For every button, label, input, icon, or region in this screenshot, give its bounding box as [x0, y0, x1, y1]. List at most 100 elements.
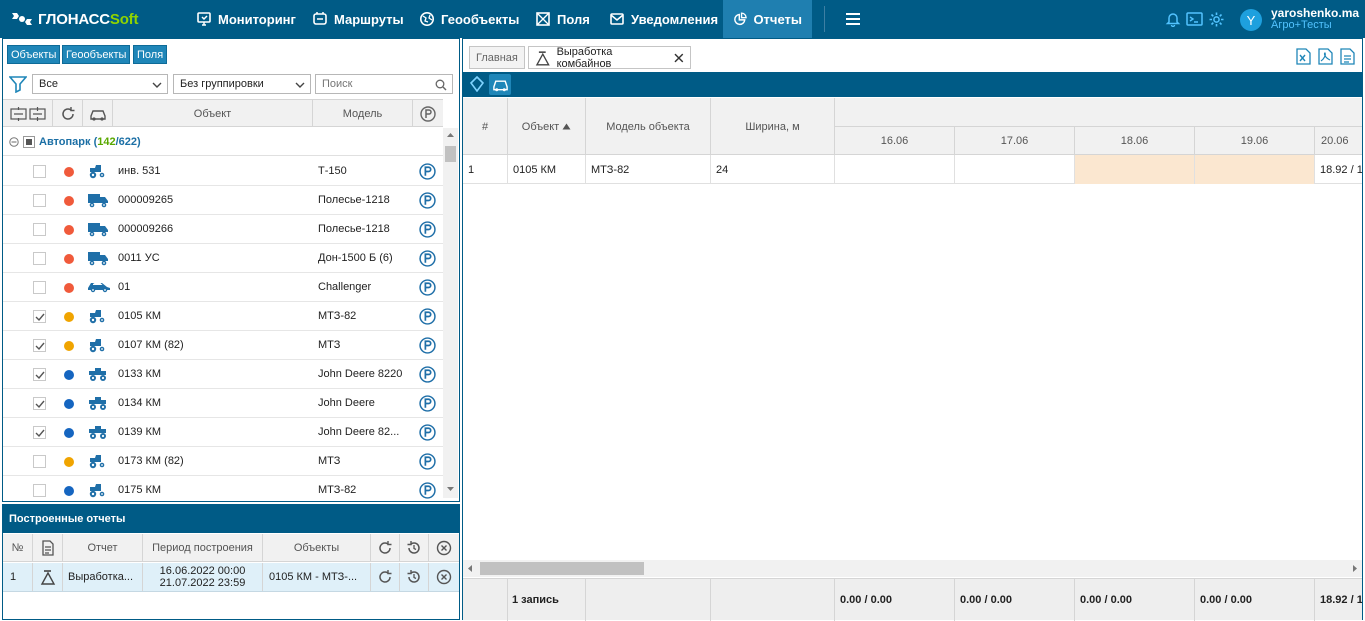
table-row[interactable]: 0105 КМ МТЗ-82 — [3, 302, 443, 331]
refresh-status-column[interactable] — [53, 100, 83, 127]
grouping-select[interactable]: Без группировки — [173, 74, 311, 94]
tab-objects[interactable]: Объекты — [7, 45, 61, 64]
user-name[interactable]: yaroshenko.ma — [1271, 6, 1359, 20]
parking-icon[interactable] — [419, 424, 436, 441]
row-checkbox[interactable] — [33, 252, 46, 265]
search-box[interactable] — [315, 74, 453, 94]
close-icon[interactable] — [674, 53, 684, 63]
row-checkbox[interactable] — [33, 281, 46, 294]
parking-icon[interactable] — [419, 163, 436, 180]
gear-icon[interactable] — [1208, 11, 1225, 28]
nav-notifications[interactable]: Уведомления — [599, 0, 728, 38]
date-column-header[interactable]: 20.06 — [1315, 126, 1362, 155]
document-export-icon[interactable] — [1340, 48, 1355, 65]
parking-icon[interactable] — [419, 279, 436, 296]
table-row[interactable]: 0011 УС Дон-1500 Б (6) — [3, 244, 443, 273]
user-organization[interactable]: Агро+Тесты — [1271, 19, 1332, 31]
refresh-report-button[interactable] — [371, 563, 400, 591]
nav-reports[interactable]: Отчеты — [723, 0, 812, 38]
rebuild-all-reports[interactable] — [400, 534, 429, 561]
parking-icon[interactable] — [419, 308, 436, 325]
scroll-up-arrow[interactable] — [443, 128, 458, 142]
group-checkbox[interactable] — [23, 135, 35, 148]
avatar[interactable]: Y — [1240, 9, 1262, 31]
table-row[interactable]: 0134 КМ John Deere — [3, 389, 443, 418]
map-pin-icon[interactable] — [469, 76, 485, 92]
app-logo[interactable]: ГЛОНАСС Soft — [10, 9, 138, 29]
footer-total: 18.92 / 18.92 — [1320, 594, 1362, 606]
scroll-thumb[interactable] — [480, 562, 644, 575]
row-checkbox[interactable] — [33, 368, 46, 381]
table-row[interactable]: 1 0105 КМ МТЗ-82 24 18.92 / 18.92 — [463, 155, 1362, 184]
rebuild-report-button[interactable] — [400, 563, 429, 591]
collapse-icon[interactable] — [9, 136, 19, 147]
width-column-header[interactable]: Ширина, м — [711, 98, 835, 155]
model-column-header[interactable]: Модель объекта — [586, 98, 711, 155]
model-column-header[interactable]: Модель — [313, 100, 413, 127]
row-checkbox[interactable] — [33, 310, 46, 323]
tab-fields[interactable]: Поля — [133, 45, 168, 64]
date-column-header[interactable]: 16.06 — [835, 126, 955, 155]
excel-export-icon[interactable] — [1296, 48, 1311, 65]
table-row[interactable]: инв. 531 Т-150 — [3, 157, 443, 186]
object-column-header[interactable]: Объект — [113, 100, 313, 127]
row-checkbox[interactable] — [33, 223, 46, 236]
scroll-left-arrow[interactable] — [466, 564, 474, 573]
nav-routes[interactable]: Маршруты — [302, 0, 414, 38]
filter-icon[interactable] — [9, 75, 27, 93]
parking-icon[interactable] — [419, 221, 436, 238]
row-checkbox[interactable] — [33, 426, 46, 439]
scroll-thumb[interactable] — [445, 146, 456, 162]
search-input[interactable] — [316, 75, 426, 93]
row-checkbox[interactable] — [33, 339, 46, 352]
row-checkbox[interactable] — [33, 165, 46, 178]
refresh-all-reports[interactable] — [371, 534, 400, 561]
objects-scrollbar[interactable] — [443, 128, 458, 498]
expand-collapse-all[interactable] — [3, 100, 53, 127]
row-checkbox[interactable] — [33, 397, 46, 410]
pdf-export-icon[interactable] — [1318, 48, 1333, 65]
tab-home[interactable]: Главная — [469, 46, 525, 69]
table-row[interactable]: 0139 КМ John Deere 82... — [3, 418, 443, 447]
object-column-header[interactable]: Объект — [508, 98, 586, 155]
row-checkbox[interactable] — [33, 484, 46, 497]
status-filter-select[interactable]: Все — [32, 74, 168, 94]
delete-report-button[interactable] — [429, 563, 459, 591]
built-report-row[interactable]: 1 Выработка... 16.06.2022 00:00 21.07.20… — [3, 563, 459, 592]
date-column-header[interactable]: 17.06 — [955, 126, 1075, 155]
row-checkbox[interactable] — [33, 194, 46, 207]
nav-geoobjects[interactable]: Геообъекты — [409, 0, 529, 38]
table-row[interactable]: 0173 КМ (82) МТЗ — [3, 447, 443, 476]
group-row-autopark[interactable]: Автопарк (142/622) — [3, 128, 443, 156]
tab-geoobjects[interactable]: Геообъекты — [62, 45, 131, 64]
num-column-header[interactable]: # — [463, 98, 508, 155]
vehicle-view-button[interactable] — [489, 74, 511, 95]
nav-fields[interactable]: Поля — [525, 0, 600, 38]
parking-icon[interactable] — [419, 337, 436, 354]
parking-icon[interactable] — [419, 366, 436, 383]
table-row[interactable]: 01 Challenger — [3, 273, 443, 302]
scroll-down-arrow[interactable] — [443, 482, 458, 496]
tab-combine-output[interactable]: Выработка комбайнов — [528, 46, 691, 70]
date-column-header[interactable]: 19.06 — [1195, 126, 1315, 155]
hamburger-menu-icon[interactable] — [845, 12, 861, 26]
parking-icon[interactable] — [419, 250, 436, 267]
status-indicator — [64, 225, 74, 235]
parking-icon[interactable] — [419, 395, 436, 412]
table-row[interactable]: 000009265 Полесье-1218 — [3, 186, 443, 215]
history-icon — [407, 570, 420, 583]
table-row[interactable]: 0107 КМ (82) МТЗ — [3, 331, 443, 360]
table-row[interactable]: 0133 КМ John Deere 8220 — [3, 360, 443, 389]
nav-monitoring[interactable]: Мониторинг — [186, 0, 306, 38]
row-checkbox[interactable] — [33, 455, 46, 468]
scroll-right-arrow[interactable] — [1351, 564, 1359, 573]
date-column-header[interactable]: 18.06 — [1075, 126, 1195, 155]
terminal-icon[interactable] — [1186, 11, 1203, 27]
table-row[interactable]: 0175 КМ МТЗ-82 — [3, 476, 443, 505]
parking-icon[interactable] — [419, 192, 436, 209]
delete-all-reports[interactable] — [429, 534, 459, 561]
parking-icon[interactable] — [419, 453, 436, 470]
bell-icon[interactable] — [1165, 11, 1181, 27]
table-row[interactable]: 000009266 Полесье-1218 — [3, 215, 443, 244]
parking-icon[interactable] — [419, 482, 436, 499]
